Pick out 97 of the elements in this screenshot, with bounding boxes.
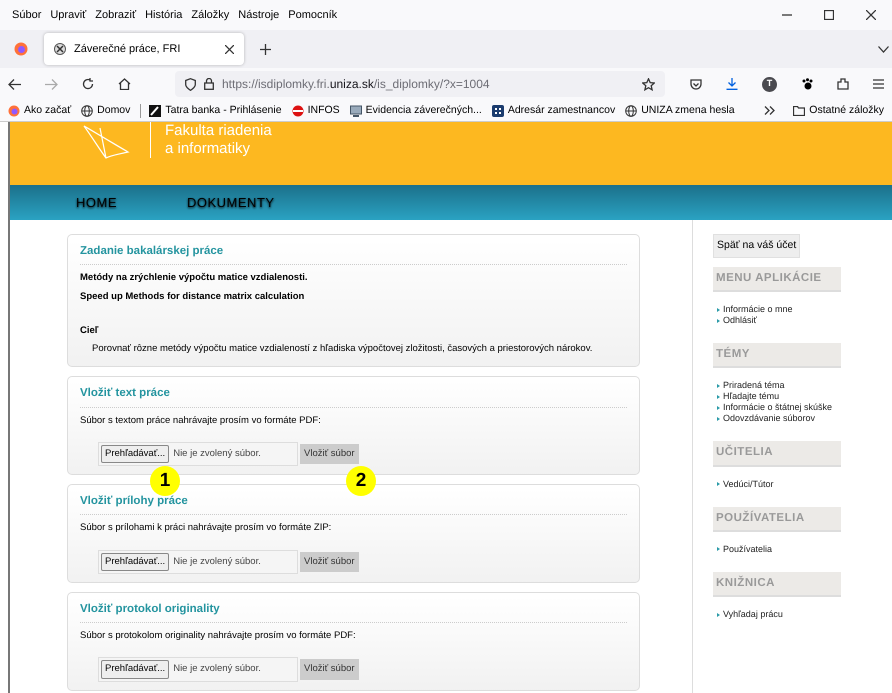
firefox-icon[interactable] xyxy=(14,42,28,56)
plus-icon[interactable] xyxy=(260,44,271,54)
sidebar-link[interactable]: Vedúci/Tútor xyxy=(723,478,774,490)
close-icon[interactable] xyxy=(866,10,876,20)
section-title: Zadanie bakalárskej práce xyxy=(80,243,627,266)
bookmark-link[interactable]: UNIZA zmena hesla xyxy=(641,102,735,118)
bullet-icon xyxy=(717,384,720,388)
bookmark-link[interactable]: INFOS xyxy=(308,102,340,118)
sidebar-heading: MENU APLIKÁCIE xyxy=(713,266,841,292)
bullet-icon xyxy=(717,394,720,399)
bullet-icon xyxy=(717,612,720,616)
faculty-name-line: Fakulta riadenia xyxy=(165,122,272,140)
double-chevron-icon[interactable] xyxy=(764,106,776,115)
bookmark-link[interactable]: Ako začať xyxy=(24,102,72,118)
menu-item[interactable]: Zobraziť xyxy=(95,6,136,24)
back-icon[interactable] xyxy=(8,78,21,90)
file-status-text: Nie je zvolený súbor. xyxy=(173,554,261,568)
sidebar-link[interactable]: Používatelia xyxy=(723,544,772,555)
bullet-icon xyxy=(717,547,720,552)
sidebar-link[interactable]: Odovzdávanie súborov xyxy=(723,413,816,424)
menu-icon[interactable] xyxy=(873,79,884,89)
sidebar-link[interactable]: Priradená téma xyxy=(723,380,785,392)
reload-icon[interactable] xyxy=(82,78,94,90)
computer-icon xyxy=(350,104,362,116)
sidebar-heading: POUŽÍVATELIA xyxy=(713,506,841,532)
bullet-icon xyxy=(717,416,720,421)
upload-button[interactable]: Vložiť súbor xyxy=(300,659,359,680)
annotation-marker: 2 xyxy=(346,466,376,496)
thesis-title-english: Speed up Methods for distance matrix calculation xyxy=(80,290,306,304)
goal-label: Cieľ xyxy=(80,324,100,338)
globe-icon xyxy=(625,104,638,116)
menu-item[interactable]: Nástroje xyxy=(238,6,280,24)
profile-avatar[interactable]: T xyxy=(762,76,777,92)
sidebar-link[interactable]: Hľadajte tému xyxy=(723,391,780,402)
bookmark-link[interactable]: Evidencia záverečných... xyxy=(366,102,482,118)
browse-button[interactable]: Prehľadávať... xyxy=(101,444,170,463)
bookmark-folder[interactable]: Ostatné záložky xyxy=(809,102,884,118)
bullet-icon xyxy=(717,318,720,322)
section-title: Vložiť text práce xyxy=(80,385,627,408)
browse-button[interactable]: Prehľadávať... xyxy=(101,552,170,571)
back-to-account-button[interactable]: Späť na váš účet xyxy=(713,234,800,258)
file-status-text: Nie je zvolený súbor. xyxy=(173,446,261,461)
menu-item[interactable]: Záložky xyxy=(191,6,230,24)
firefox-icon xyxy=(8,104,20,116)
chevron-down-icon[interactable] xyxy=(878,46,889,52)
close-icon[interactable] xyxy=(225,44,234,54)
globe-icon xyxy=(81,104,94,116)
pocket-icon[interactable] xyxy=(690,78,702,90)
bookmark-link[interactable]: Domov xyxy=(97,102,130,118)
download-icon[interactable] xyxy=(726,78,738,90)
maximize-icon[interactable] xyxy=(824,10,834,20)
file-input-field[interactable]: Prehľadávať... Nie je zvolený súbor. xyxy=(98,442,298,466)
sidebar-link[interactable]: Informácie o štátnej skúške xyxy=(723,402,832,414)
sidebar-link[interactable]: Vyhľadaj prácu xyxy=(723,609,783,620)
sidebar-link[interactable]: Odhlásiť xyxy=(723,315,757,326)
instruction-text: Súbor s protokolom originality nahrávajte prosím vo formáte PDF: xyxy=(80,629,357,643)
sidebar-heading: UČITELIA xyxy=(713,441,841,466)
menu-item[interactable]: Súbor xyxy=(12,6,42,24)
menu-item[interactable]: Pomocník xyxy=(288,6,338,24)
file-input-field[interactable]: Prehľadávať... Nie je zvolený súbor. xyxy=(98,550,298,574)
extensions-icon[interactable] xyxy=(837,78,849,90)
bullet-icon xyxy=(717,406,720,410)
paw-icon[interactable] xyxy=(801,78,813,90)
upload-button[interactable]: Vložiť súbor xyxy=(300,552,359,572)
menu-item[interactable]: História xyxy=(145,6,182,24)
site-icon xyxy=(54,43,66,55)
home-icon[interactable] xyxy=(118,78,131,90)
thesis-title: Metódy na zrýchlenie výpočtu matice vzdialenosti. xyxy=(80,271,309,286)
sidebar-heading: KNIŽNICA xyxy=(713,572,841,597)
nav-link[interactable]: DOKUMENTY xyxy=(187,192,275,212)
tab-title: Záverečné práce, FRI xyxy=(74,42,182,57)
bookmark-link[interactable]: Adresár zamestnancov xyxy=(508,102,616,118)
grid-icon xyxy=(492,104,504,116)
browser-tab[interactable]: Záverečné práce, FRI xyxy=(44,33,244,65)
browse-button[interactable]: Prehľadávať... xyxy=(101,660,170,678)
bullet-icon xyxy=(717,308,720,312)
section-title: Vložiť protokol originality xyxy=(80,600,627,623)
star-icon[interactable] xyxy=(642,78,655,90)
goal-text: Porovnať rôzne metódy výpočtu matice vzdialeností z hľadiska výpočtovej zložitosti, časových a priestorových nárokov. xyxy=(92,342,594,356)
upload-button[interactable]: Vložiť súbor xyxy=(300,444,359,464)
instruction-text: Súbor s prílohami k práci nahrávajte prosím vo formáte ZIP: xyxy=(80,521,332,536)
section-title: Vložiť prílohy práce xyxy=(80,493,627,516)
bullet-icon xyxy=(717,482,720,486)
bookmark-link[interactable]: Tatra banka - Prihlásenie xyxy=(165,102,282,118)
bank-logo-icon xyxy=(149,104,162,116)
folder-icon xyxy=(793,106,806,116)
ring-logo-icon xyxy=(292,104,304,116)
faculty-name-line: a informatiky xyxy=(165,140,252,158)
nav-link[interactable]: HOME xyxy=(76,192,117,212)
instruction-text: Súbor s textom práce nahrávajte prosím vo formáte PDF: xyxy=(80,414,322,428)
menu-item[interactable]: Upraviť xyxy=(50,6,86,24)
sidebar-heading: TÉMY xyxy=(713,343,841,368)
sidebar-link[interactable]: Informácie o mne xyxy=(723,304,793,315)
lock-icon[interactable] xyxy=(204,78,214,90)
shield-icon[interactable] xyxy=(185,78,196,90)
file-input-field[interactable]: Prehľadávať... Nie je zvolený súbor. xyxy=(98,657,298,682)
file-status-text: Nie je zvolený súbor. xyxy=(173,662,261,676)
